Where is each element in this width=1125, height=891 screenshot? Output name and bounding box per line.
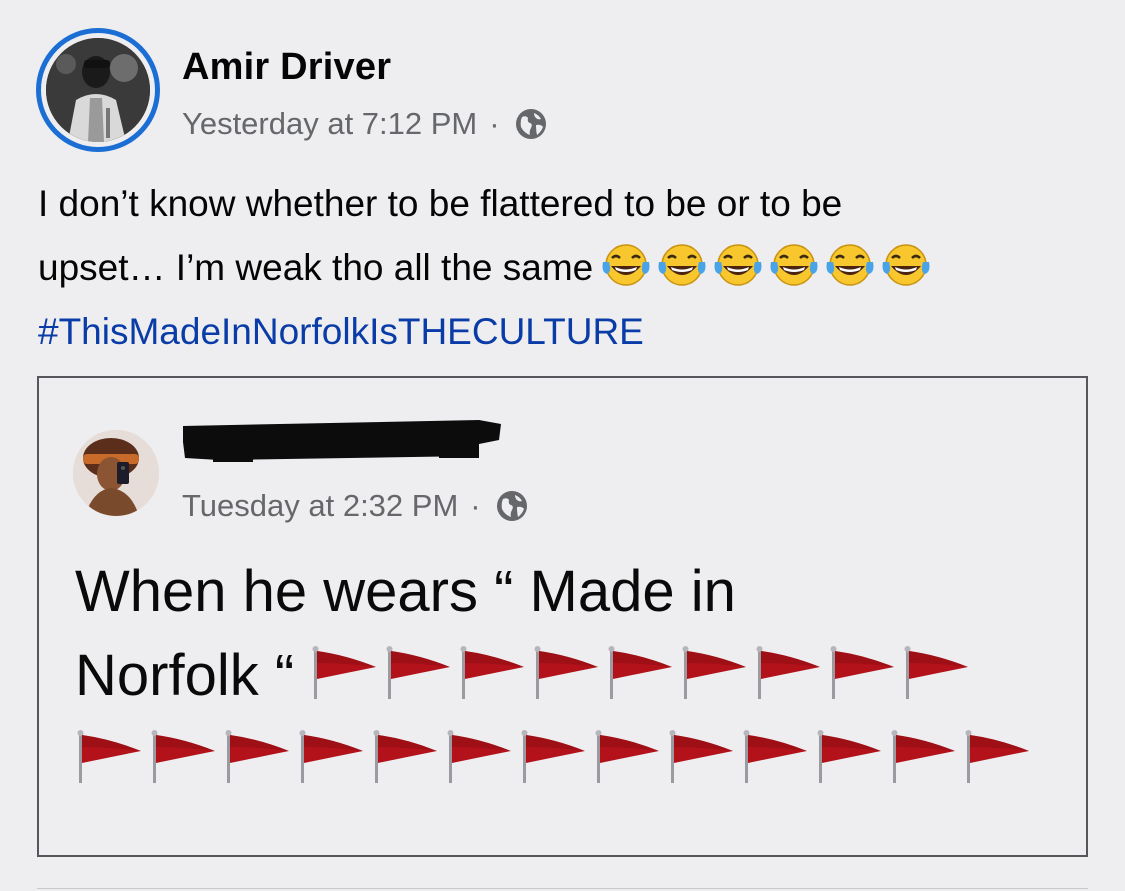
triangular-flag-icon <box>521 730 585 783</box>
hashtag-link[interactable]: #ThisMadeInNorfolkIsTHECULTURE <box>38 300 1098 364</box>
red-flag-row-2 <box>75 729 1037 785</box>
author-avatar[interactable] <box>36 28 160 152</box>
triangular-flag-icon <box>151 730 215 783</box>
triangular-flag-icon <box>904 646 969 699</box>
triangular-flag-icon <box>756 646 821 699</box>
globe-icon[interactable] <box>495 489 529 523</box>
shared-text-line-3 <box>75 718 1075 802</box>
author-photo <box>46 38 150 142</box>
post-text-line-2: upset… I’m weak tho all the same <box>38 236 1098 300</box>
triangular-flag-icon <box>830 646 895 699</box>
post-text-line-1: I don’t know whether to be flattered to … <box>38 183 843 224</box>
face-with-tears-of-joy-icon <box>826 244 874 286</box>
facebook-post: Amir Driver Yesterday at 7:12 PM · I don… <box>0 0 1125 891</box>
shared-post-meta: Tuesday at 2:32 PM · <box>182 488 529 524</box>
shared-meta-separator: · <box>470 488 481 523</box>
redacted-author-name <box>179 416 509 464</box>
author-name[interactable]: Amir Driver <box>182 46 391 89</box>
face-with-tears-of-joy-icon <box>882 244 930 286</box>
triangular-flag-icon <box>225 730 289 783</box>
triangular-flag-icon <box>460 646 525 699</box>
triangular-flag-icon <box>312 646 377 699</box>
post-body: I don’t know whether to be flattered to … <box>38 172 1098 364</box>
shared-text-line-2-text: Norfolk “ <box>75 643 295 708</box>
triangular-flag-icon <box>817 730 881 783</box>
post-meta: Yesterday at 7:12 PM · <box>182 106 548 142</box>
triangular-flag-icon <box>608 646 673 699</box>
triangular-flag-icon <box>534 646 599 699</box>
triangular-flag-icon <box>77 730 141 783</box>
post-timestamp[interactable]: Yesterday at 7:12 PM <box>182 106 477 142</box>
triangular-flag-icon <box>682 646 747 699</box>
shared-post-card[interactable]: Tuesday at 2:32 PM · When he wears “ Mad… <box>37 376 1088 857</box>
shared-text-line-2: Norfolk “ <box>75 634 1075 718</box>
triangular-flag-icon <box>299 730 363 783</box>
triangular-flag-icon <box>743 730 807 783</box>
triangular-flag-icon <box>891 730 955 783</box>
triangular-flag-icon <box>373 730 437 783</box>
red-flag-row-1 <box>310 645 976 701</box>
globe-icon[interactable] <box>514 107 548 141</box>
post-divider <box>37 888 1088 889</box>
triangular-flag-icon <box>386 646 451 699</box>
shared-text-line-1: When he wears “ Made in <box>75 559 736 624</box>
meta-separator: · <box>489 106 500 141</box>
face-with-tears-of-joy-icon <box>714 244 762 286</box>
shared-post-body: When he wears “ Made in Norfolk “ <box>75 550 1075 802</box>
triangular-flag-icon <box>669 730 733 783</box>
face-with-tears-of-joy-icon <box>602 244 650 286</box>
triangular-flag-icon <box>595 730 659 783</box>
triangular-flag-icon <box>965 730 1029 783</box>
triangular-flag-icon <box>447 730 511 783</box>
shared-author-avatar[interactable] <box>73 430 159 516</box>
shared-post-timestamp[interactable]: Tuesday at 2:32 PM <box>182 488 458 524</box>
face-with-tears-of-joy-icon <box>770 244 818 286</box>
laughing-emoji-row <box>599 242 935 288</box>
face-with-tears-of-joy-icon <box>658 244 706 286</box>
post-text-line-2-text: upset… I’m weak tho all the same <box>38 247 594 288</box>
